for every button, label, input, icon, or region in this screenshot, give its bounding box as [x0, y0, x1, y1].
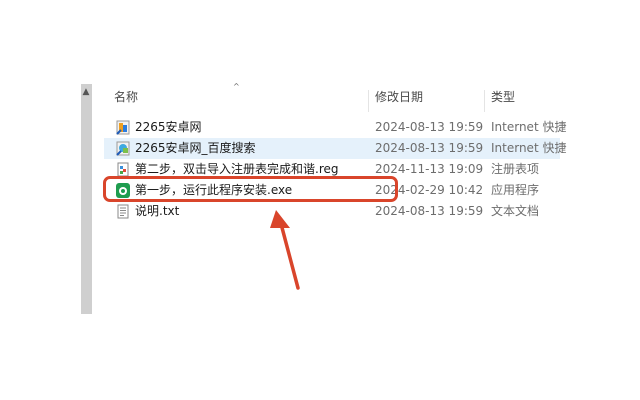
scroll-up-icon[interactable]: ▲ [80, 86, 92, 98]
file-row[interactable]: 2265安卓网 2024-08-13 19:59 Internet 快捷 [104, 117, 566, 138]
column-divider[interactable] [484, 90, 485, 112]
vertical-scrollbar[interactable] [81, 84, 92, 314]
highlight-box [103, 176, 398, 202]
text-document-icon [117, 204, 129, 219]
file-type: Internet 快捷 [491, 120, 567, 134]
column-divider[interactable] [368, 90, 369, 112]
column-name-header[interactable]: 名称 [114, 88, 138, 110]
file-row[interactable]: 说明.txt 2024-08-13 19:59 文本文档 [104, 201, 560, 222]
internet-shortcut-icon [116, 120, 130, 135]
column-date-header[interactable]: 修改日期 [375, 88, 423, 110]
internet-shortcut-icon [116, 141, 130, 156]
file-name: 2265安卓网 [135, 120, 202, 134]
file-date: 2024-08-13 19:59 [375, 120, 484, 134]
file-type: 注册表项 [491, 162, 540, 176]
file-type: 文本文档 [491, 204, 540, 218]
column-type-header[interactable]: 类型 [491, 88, 515, 110]
file-name: 2265安卓网_百度搜索 [135, 141, 256, 155]
file-date: 2024-08-13 19:59 [375, 204, 484, 218]
file-date: 2024-08-13 19:59 [375, 141, 484, 155]
registry-file-icon [117, 162, 129, 177]
file-type: 应用程序 [491, 183, 540, 197]
file-type: Internet 快捷 [491, 141, 567, 155]
file-row[interactable]: 2265安卓网_百度搜索 2024-08-13 19:59 Internet 快… [104, 138, 566, 159]
red-arrow-annotation [270, 210, 300, 290]
column-header: 名称 修改日期 类型 [104, 88, 640, 112]
file-name: 说明.txt [135, 204, 180, 218]
